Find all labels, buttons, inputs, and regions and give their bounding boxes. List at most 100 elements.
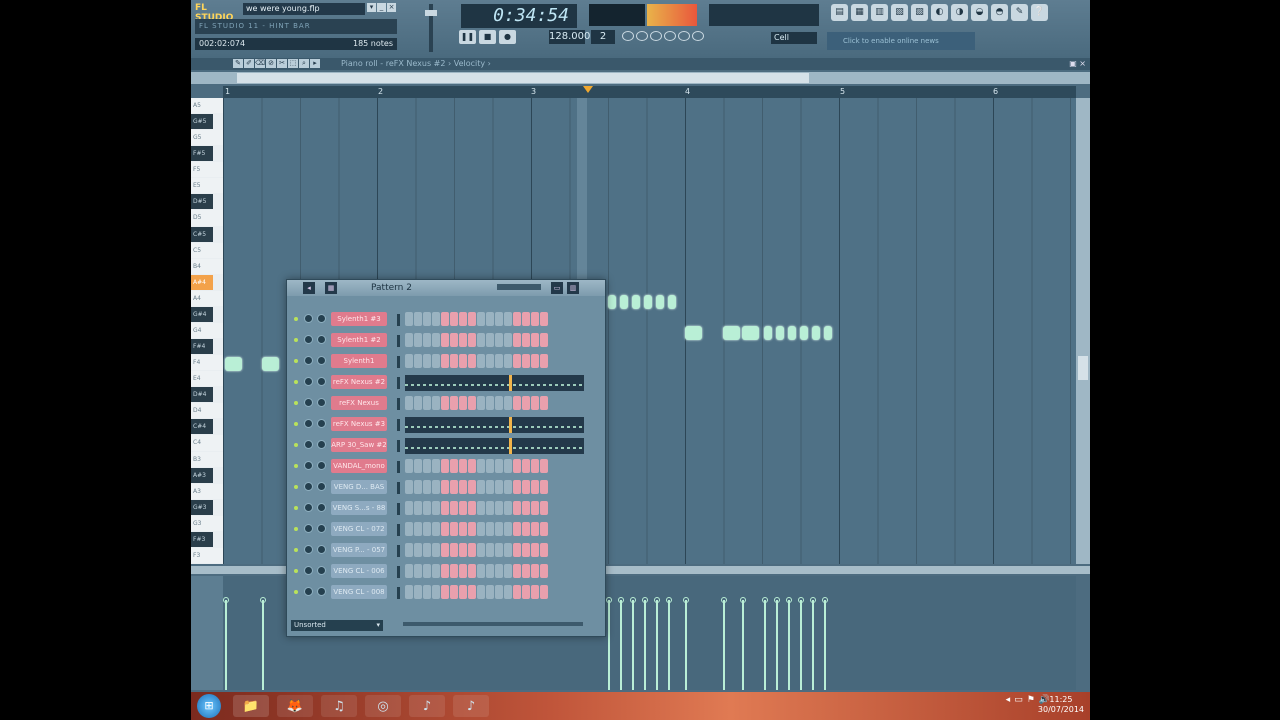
channel-led[interactable] <box>294 338 298 342</box>
channel-row[interactable]: ARP 30_Saw #2 <box>287 436 605 456</box>
step-button[interactable] <box>504 501 512 515</box>
step-button[interactable] <box>414 312 422 326</box>
step-button[interactable] <box>522 459 530 473</box>
note[interactable] <box>800 326 808 340</box>
step-button[interactable] <box>405 459 413 473</box>
velocity-stem[interactable] <box>774 597 780 690</box>
step-button[interactable] <box>504 459 512 473</box>
step-button[interactable] <box>540 333 548 347</box>
toggle-icon[interactable] <box>678 31 690 41</box>
step-button[interactable] <box>477 480 485 494</box>
volume-knob[interactable] <box>317 545 326 554</box>
step-button[interactable] <box>414 564 422 578</box>
channel-led[interactable] <box>294 527 298 531</box>
piano-key[interactable]: G3 <box>191 515 223 531</box>
piano-roll-view-icon[interactable]: ▭ <box>551 282 563 294</box>
step-button[interactable] <box>468 396 476 410</box>
piano-key[interactable]: A#4 <box>191 274 213 290</box>
piano-key[interactable]: G5 <box>191 130 223 146</box>
step-button[interactable] <box>531 501 539 515</box>
toggle-icon[interactable] <box>636 31 648 41</box>
step-button[interactable] <box>540 501 548 515</box>
toggle-icon[interactable] <box>622 31 634 41</box>
piano-keyboard[interactable]: A5 G#5 G5 F#5 F5 E5 D#5 D5 C#5 C5 B4 A#4 A4 G#4 G4 F#4 F… <box>191 98 223 564</box>
pan-knob[interactable] <box>304 377 313 386</box>
step-button[interactable] <box>486 522 494 536</box>
velocity-stem[interactable] <box>798 597 804 690</box>
note[interactable] <box>632 295 640 309</box>
step-button[interactable] <box>459 459 467 473</box>
piano-key[interactable]: B3 <box>191 451 223 467</box>
zoom-tool-icon[interactable]: ⌕ <box>299 59 309 68</box>
volume-knob[interactable] <box>317 566 326 575</box>
pan-knob[interactable] <box>304 524 313 533</box>
channel-select-indicator[interactable] <box>397 482 400 494</box>
graph-icon[interactable]: ▦ <box>325 282 337 294</box>
toolbar-window-icon[interactable]: ▧ <box>891 4 908 21</box>
channel-select-indicator[interactable] <box>397 356 400 368</box>
velocity-stem[interactable] <box>740 597 746 690</box>
step-button[interactable] <box>405 585 413 599</box>
step-button[interactable] <box>504 543 512 557</box>
step-button[interactable] <box>477 459 485 473</box>
step-button[interactable] <box>513 543 521 557</box>
channel-row[interactable]: VENG P... - 057 <box>287 541 605 561</box>
step-button[interactable] <box>468 354 476 368</box>
channel-row[interactable]: VANDAL_mono <box>287 457 605 477</box>
toggle-icon[interactable] <box>664 31 676 41</box>
piano-key[interactable]: A3 <box>191 483 223 499</box>
volume-knob[interactable] <box>317 419 326 428</box>
master-volume-slider[interactable] <box>425 4 437 52</box>
channel-select-indicator[interactable] <box>397 524 400 536</box>
piano-key[interactable]: A4 <box>191 290 223 306</box>
note[interactable] <box>225 357 242 371</box>
step-button[interactable] <box>477 564 485 578</box>
taskbar-app-icon[interactable]: ♫ <box>321 695 357 717</box>
step-button[interactable] <box>459 522 467 536</box>
step-button[interactable] <box>414 501 422 515</box>
step-button[interactable] <box>531 333 539 347</box>
note[interactable] <box>620 295 628 309</box>
slice-tool-icon[interactable]: ✂ <box>277 59 287 68</box>
step-button[interactable] <box>459 312 467 326</box>
piano-key[interactable]: F4 <box>191 355 223 371</box>
project-filename[interactable]: we were young.flp <box>243 3 365 15</box>
velocity-stem[interactable] <box>630 597 636 690</box>
velocity-stem[interactable] <box>618 597 624 690</box>
channel-led[interactable] <box>294 569 298 573</box>
step-button[interactable] <box>477 354 485 368</box>
step-button[interactable] <box>486 543 494 557</box>
step-button[interactable] <box>531 459 539 473</box>
vertical-scrollbar[interactable] <box>1076 98 1090 564</box>
scroll-thumb[interactable] <box>237 73 809 83</box>
song-time-display[interactable]: 0:34:54 <box>461 4 577 28</box>
step-button[interactable] <box>531 564 539 578</box>
channel-row[interactable]: Sylenth1 #2 <box>287 331 605 351</box>
volume-knob[interactable] <box>317 461 326 470</box>
step-button[interactable] <box>423 354 431 368</box>
step-button[interactable] <box>468 564 476 578</box>
step-button[interactable] <box>495 501 503 515</box>
tray-icon[interactable]: ▭ <box>1014 695 1023 705</box>
step-button[interactable] <box>432 459 440 473</box>
mute-tool-icon[interactable]: ⊘ <box>266 59 276 68</box>
step-button[interactable] <box>495 480 503 494</box>
pan-knob[interactable] <box>304 566 313 575</box>
step-button[interactable] <box>414 522 422 536</box>
step-button[interactable] <box>432 501 440 515</box>
toggle-icon[interactable] <box>692 31 704 41</box>
velocity-stem[interactable] <box>810 597 816 690</box>
velocity-stem[interactable] <box>654 597 660 690</box>
step-button[interactable] <box>504 333 512 347</box>
step-button[interactable] <box>513 564 521 578</box>
volume-knob[interactable] <box>317 335 326 344</box>
piano-key[interactable]: G#3 <box>191 499 213 515</box>
mini-piano-roll[interactable] <box>405 438 584 454</box>
piano-key[interactable]: D4 <box>191 403 223 419</box>
piano-key[interactable]: C5 <box>191 242 223 258</box>
pan-knob[interactable] <box>304 482 313 491</box>
channel-select-indicator[interactable] <box>397 398 400 410</box>
toolbar-window-icon[interactable]: ◐ <box>931 4 948 21</box>
step-button[interactable] <box>459 396 467 410</box>
step-button[interactable] <box>477 333 485 347</box>
